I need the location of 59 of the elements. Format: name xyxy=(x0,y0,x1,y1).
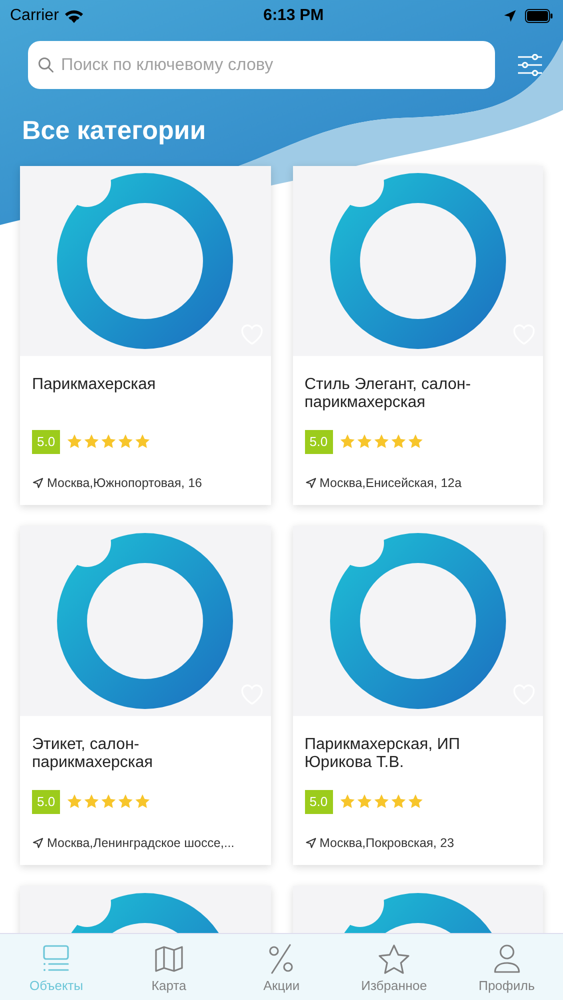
star-icon xyxy=(117,433,134,450)
tab-item[interactable]: Карта xyxy=(118,944,219,996)
place-address: Москва,Енисейская, 12а xyxy=(320,474,462,492)
star-icon xyxy=(390,793,407,810)
search-icon xyxy=(37,56,55,74)
place-address: Москва,Южнопортовая, 16 xyxy=(47,474,202,492)
location-arrow-icon xyxy=(304,476,316,489)
location-arrow-icon xyxy=(32,836,44,849)
star-icon xyxy=(338,433,356,450)
place-title: Парикмахерская, ИП Юрикова Т.В. xyxy=(304,736,462,773)
place-title: Парикмахерская xyxy=(32,376,157,395)
star-icon xyxy=(100,793,118,810)
tab-item[interactable]: Акции xyxy=(231,944,332,996)
star-icon xyxy=(372,793,390,810)
logo-icon xyxy=(57,173,234,349)
place-card[interactable]: Парикмахерская 5.0 Москва,Южнопортовая, 16 xyxy=(20,166,270,505)
logo-icon xyxy=(330,173,506,349)
star-icon xyxy=(390,433,407,450)
wifi-icon xyxy=(64,8,84,24)
star-icon xyxy=(406,793,424,810)
star-icon xyxy=(83,793,100,810)
tab-item[interactable]: Профиль xyxy=(456,944,557,996)
place-card[interactable]: Стиль Элегант, салон-парикмахерская 5.0 Москва,Енисейская, 12а xyxy=(292,166,543,505)
place-title: Этикет, салон-парикмахерская xyxy=(32,736,154,773)
location-arrow-icon xyxy=(304,836,316,849)
star-icon xyxy=(117,793,134,810)
status-time: 6:13 PM xyxy=(263,6,324,26)
star-icon xyxy=(100,433,118,450)
filter-button[interactable] xyxy=(517,54,543,76)
tab-item[interactable]: Избранное xyxy=(344,944,444,996)
location-icon xyxy=(502,9,517,23)
place-card[interactable]: Парикмахерская, ИП Юрикова Т.В. 5.0 Москва,Покровская, 23 xyxy=(292,526,543,865)
carrier-name: Carrier xyxy=(10,6,59,26)
star-icon xyxy=(377,944,412,974)
place-card[interactable]: Этикет, салон-парикмахерская 5.0 Москва,Ленинградское шоссе,... xyxy=(20,526,270,865)
logo-icon xyxy=(57,533,234,709)
place-title: Стиль Элегант, салон-парикмахерская xyxy=(304,376,472,413)
star-icon xyxy=(338,793,356,810)
star-icon xyxy=(66,793,84,810)
star-icon xyxy=(134,793,152,810)
rating-value: 5.0 xyxy=(304,790,333,814)
star-icon xyxy=(134,433,152,450)
star-icon xyxy=(356,793,373,810)
place-address: Москва,Ленинградское шоссе,... xyxy=(47,834,234,852)
star-icon xyxy=(406,433,424,450)
rating-value: 5.0 xyxy=(304,430,333,454)
star-icon xyxy=(66,433,84,450)
logo-icon xyxy=(330,533,506,709)
place-address: Москва,Покровская, 23 xyxy=(320,834,454,852)
map-icon xyxy=(152,944,185,974)
star-icon xyxy=(83,433,100,450)
star-icon xyxy=(372,433,390,450)
star-icon xyxy=(356,433,373,450)
rating-value: 5.0 xyxy=(32,790,60,814)
search-field[interactable]: Поиск по ключевому слову xyxy=(28,41,495,89)
page-heading: Все категории xyxy=(22,114,206,147)
rating-value: 5.0 xyxy=(32,430,60,454)
battery-icon xyxy=(524,9,553,23)
location-arrow-icon xyxy=(32,476,44,489)
